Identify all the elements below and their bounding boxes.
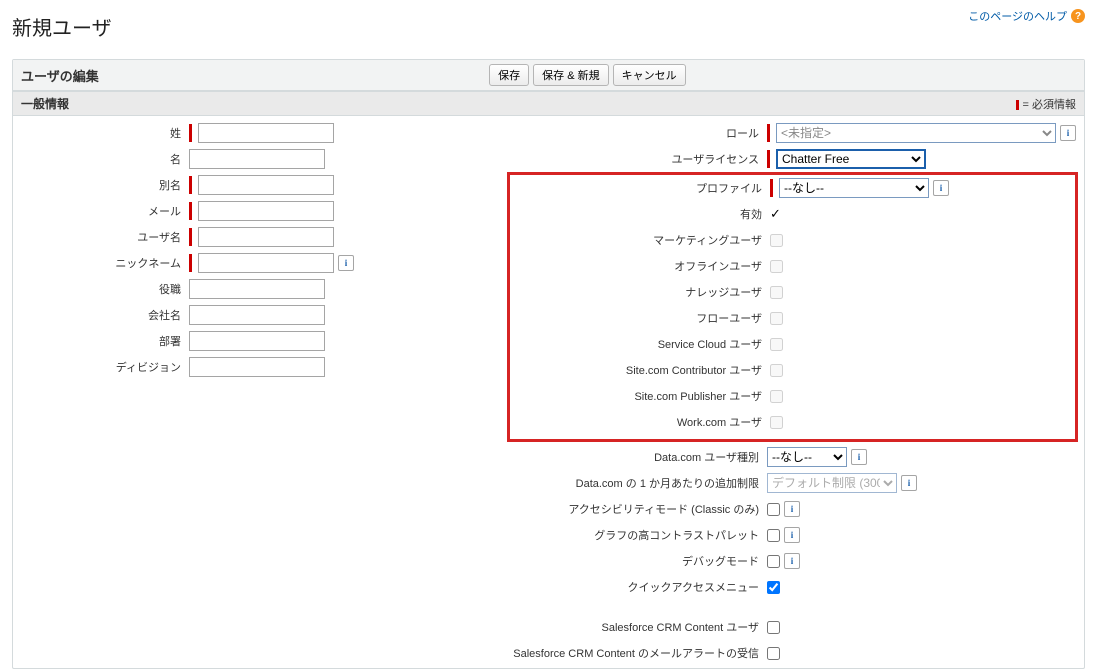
division-label: ディビジョン [21,359,189,375]
save-button[interactable]: 保存 [489,64,529,86]
nickname-label: ニックネーム [21,255,189,271]
help-link[interactable]: このページのヘルプ ? [968,8,1085,24]
checkmark-icon: ✓ [770,206,781,222]
crm-content-alert-label: Salesforce CRM Content のメールアラートの受信 [509,645,767,661]
workcom-user-checkbox [770,416,783,429]
crm-content-user-label: Salesforce CRM Content ユーザ [509,619,767,635]
offline-user-checkbox [770,260,783,273]
quick-access-label: クイックアクセスメニュー [509,579,767,595]
info-icon[interactable]: i [784,553,800,569]
required-icon [189,202,192,220]
role-select[interactable]: <未指定> [776,123,1056,143]
company-label: 会社名 [21,307,189,323]
required-icon [189,254,192,272]
debug-label: デバッグモード [509,553,767,569]
division-input[interactable] [189,357,325,377]
username-label: ユーザ名 [21,229,189,245]
first-name-label: 名 [21,151,189,167]
nickname-input[interactable] [198,253,334,273]
knowledge-user-checkbox [770,286,783,299]
marketing-user-checkbox [770,234,783,247]
required-icon [767,150,770,168]
offline-user-label: オフラインユーザ [512,258,770,274]
info-icon[interactable]: i [933,180,949,196]
required-icon [189,228,192,246]
save-new-button[interactable]: 保存 & 新規 [533,64,608,86]
flow-user-label: フローユーザ [512,310,770,326]
role-label: ロール [509,125,767,141]
datacom-type-select[interactable]: --なし-- [767,447,847,467]
required-icon [189,124,192,142]
alias-label: 別名 [21,177,189,193]
site-publisher-label: Site.com Publisher ユーザ [512,388,770,404]
license-label: ユーザライセンス [509,151,767,167]
company-input[interactable] [189,305,325,325]
datacom-type-label: Data.com ユーザ種別 [509,449,767,465]
knowledge-user-label: ナレッジユーザ [512,284,770,300]
marketing-user-label: マーケティングユーザ [512,232,770,248]
cancel-button[interactable]: キャンセル [613,64,686,86]
contrast-label: グラフの高コントラストパレット [509,527,767,543]
crm-content-user-checkbox[interactable] [767,621,780,634]
right-column: ロール <未指定> i ユーザライセンス Chatter Free プロファイル [509,122,1076,668]
info-icon[interactable]: i [1060,125,1076,141]
edit-panel: ユーザの編集 保存 保存 & 新規 キャンセル 一般情報 = 必須情報 姓 名 [12,59,1085,669]
required-icon [770,179,773,197]
help-link-text: このページのヘルプ [968,8,1067,24]
department-label: 部署 [21,333,189,349]
a11y-checkbox[interactable] [767,503,780,516]
required-legend: = 必須情報 [1016,96,1076,112]
required-icon [767,124,770,142]
help-icon: ? [1071,9,1085,23]
title-input[interactable] [189,279,325,299]
title-label: 役職 [21,281,189,297]
site-contributor-checkbox [770,364,783,377]
contrast-checkbox[interactable] [767,529,780,542]
license-select[interactable]: Chatter Free [776,149,926,169]
info-icon[interactable]: i [338,255,354,271]
crm-content-alert-checkbox[interactable] [767,647,780,660]
a11y-label: アクセシビリティモード (Classic のみ) [509,501,767,517]
required-icon [189,176,192,194]
username-input[interactable] [198,227,334,247]
profile-select[interactable]: --なし-- [779,178,929,198]
required-bar-icon [1016,100,1019,110]
last-name-label: 姓 [21,125,189,141]
left-column: 姓 名 別名 メール ユーザ名 [21,122,509,668]
workcom-user-label: Work.com ユーザ [512,414,770,430]
quick-access-checkbox[interactable] [767,581,780,594]
datacom-limit-select: デフォルト制限 (300) [767,473,897,493]
active-label: 有効 [512,206,770,222]
info-icon[interactable]: i [784,501,800,517]
first-name-input[interactable] [189,149,325,169]
info-icon[interactable]: i [784,527,800,543]
site-contributor-label: Site.com Contributor ユーザ [512,362,770,378]
page-title: 新規ユーザ [12,12,112,41]
service-cloud-user-checkbox [770,338,783,351]
debug-checkbox[interactable] [767,555,780,568]
site-publisher-checkbox [770,390,783,403]
datacom-limit-label: Data.com の 1 か月あたりの追加制限 [509,475,767,491]
profile-label: プロファイル [512,180,770,196]
panel-title: ユーザの編集 [21,66,99,85]
email-label: メール [21,203,189,219]
info-icon[interactable]: i [901,475,917,491]
department-input[interactable] [189,331,325,351]
flow-user-checkbox [770,312,783,325]
info-icon[interactable]: i [851,449,867,465]
alias-input[interactable] [198,175,334,195]
service-cloud-user-label: Service Cloud ユーザ [512,336,770,352]
email-input[interactable] [198,201,334,221]
highlight-region: プロファイル --なし-- i 有効 ✓ マーケティングユーザ [507,172,1078,442]
section-title: 一般情報 [21,95,69,112]
last-name-input[interactable] [198,123,334,143]
